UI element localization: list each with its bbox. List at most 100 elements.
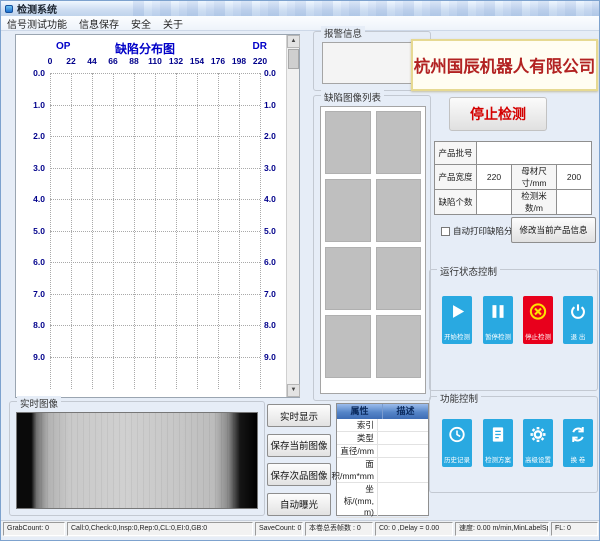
control-button-play[interactable]: 开始检测 [442,296,472,344]
defect-image-tile[interactable] [325,315,371,378]
defect-image-tile[interactable] [325,111,371,174]
property-column-header[interactable]: 属性 [337,404,383,419]
live-image-button-3[interactable]: 自动曝光 [267,493,331,516]
menu-item-1[interactable]: 信息保存 [79,16,119,31]
live-image-button-0[interactable]: 实时显示 [267,404,331,427]
property-value [378,419,428,431]
meters-detected-label: 检测米数/m [512,190,557,215]
chart-corner-op: OP [56,41,70,52]
y-tick-label: 7.0 [264,289,288,299]
property-row[interactable]: 类型 [337,432,428,445]
y-tick-label: 7.0 [21,289,45,299]
detection-status-label: 停止检测 [470,104,526,124]
y-tick-label: 4.0 [21,194,45,204]
grid-line-horizontal [50,73,260,74]
property-value [378,445,428,457]
x-tick-label: 220 [253,56,267,66]
menu-item-2[interactable]: 安全 [131,16,151,31]
menu-item-0[interactable]: 信号测试功能 [7,16,67,31]
auto-print-checkbox[interactable] [441,227,450,236]
y-tick-label: 1.0 [264,100,288,110]
titlebar[interactable]: 检测系统 [1,1,599,16]
y-tick-label: 6.0 [21,257,45,267]
menubar: 信号测试功能信息保存安全关于 [1,16,599,31]
control-button-label: 检测方案 [485,455,511,464]
y-tick-label: 4.0 [264,194,288,204]
chart-scrollbar[interactable]: ▲ ▼ [286,35,299,397]
live-image-label: 实时图像 [17,396,61,410]
modify-product-info-button[interactable]: 修改当前产品信息 [511,217,596,243]
grid-line-horizontal [50,136,260,137]
defect-distribution-chart: 缺陷分布图 OP DR 022446688110132154176198220 … [15,34,300,398]
x-tick-label: 88 [129,56,138,66]
property-value [378,483,428,517]
batch-number-label: 产品批号 [435,142,477,165]
control-button-label: 退 出 [571,332,586,341]
control-button-pause[interactable]: 暂停检测 [483,296,513,344]
y-tick-label: 0.0 [264,68,288,78]
control-button-exchange[interactable]: 换 卷 [563,419,593,467]
control-button-stop[interactable]: 停止检测 [523,296,553,344]
product-width-label: 产品宽度 [435,165,477,190]
defect-image-tile[interactable] [376,179,422,242]
control-button-power[interactable]: 退 出 [563,296,593,344]
product-width-value[interactable]: 220 [477,165,512,190]
defect-image-tile[interactable] [325,179,371,242]
batch-number-value[interactable] [477,142,592,165]
app-window: 检测系统 信号测试功能信息保存安全关于 缺陷分布图 OP DR 02244668… [0,0,600,541]
property-name: 面积/mm*mm [337,458,378,482]
statusbar-segment-0: GrabCount: 0 [3,522,65,536]
property-row[interactable]: 坐标/(mm, m) [337,483,428,518]
grid-line-horizontal [50,105,260,106]
control-button-history[interactable]: 历史记录 [442,419,472,467]
live-image-button-2[interactable]: 保存次品图像 [267,463,331,486]
window-title: 检测系统 [17,1,57,16]
defect-image-list-label: 缺陷图像列表 [321,90,384,104]
live-image-button-1[interactable]: 保存当前图像 [267,434,331,457]
defect-image-list-group: 缺陷图像列表 [313,95,431,401]
property-row[interactable]: 直径/mm [337,445,428,458]
property-row[interactable]: 索引 [337,419,428,432]
control-button-document[interactable]: 检测方案 [483,419,513,467]
defect-image-grid [320,106,426,394]
y-tick-label: 9.0 [21,352,45,362]
scrollbar-down-arrow-icon[interactable]: ▼ [287,384,300,397]
y-tick-label: 3.0 [264,163,288,173]
company-name: 杭州国辰机器人有限公司 [414,53,596,77]
function-control-group: 功能控制 历史记录检测方案高级设置换 卷 [429,396,598,493]
menu-item-3[interactable]: 关于 [163,16,183,31]
property-name: 索引 [337,419,378,431]
control-button-label: 换 卷 [571,455,586,464]
material-size-value[interactable]: 200 [557,165,592,190]
live-image-buttons: 实时显示保存当前图像保存次品图像自动曝光 [267,404,331,516]
description-column-header[interactable]: 描述 [383,404,428,419]
property-row[interactable]: 面积/mm*mm [337,458,428,483]
material-size-label: 母材尺寸/mm [512,165,557,190]
grid-line-horizontal [50,325,260,326]
run-control-buttons: 开始检测暂停检测停止检测 退 出 [430,270,597,390]
control-button-label: 高级设置 [525,455,551,464]
defect-count-value[interactable] [477,190,512,215]
property-name: 类型 [337,432,378,444]
y-tick-label: 8.0 [264,320,288,330]
y-tick-label: 0.0 [21,68,45,78]
app-icon [5,5,13,13]
x-tick-label: 176 [211,56,225,66]
meters-detected-value[interactable] [557,190,592,215]
live-camera-image [16,412,258,509]
plot-area [50,73,260,389]
y-tick-label: 8.0 [21,320,45,330]
defect-image-tile[interactable] [325,247,371,310]
control-button-label: 停止检测 [525,332,551,341]
scrollbar-up-arrow-icon[interactable]: ▲ [287,35,300,48]
defect-image-tile[interactable] [376,315,422,378]
property-table-header: 属性 描述 [337,404,428,419]
statusbar-segment-2: SaveCount: 0 [255,522,303,536]
defect-image-tile[interactable] [376,247,422,310]
y-tick-label: 2.0 [21,131,45,141]
defect-image-tile[interactable] [376,111,422,174]
scrollbar-thumb[interactable] [288,49,299,69]
function-control-buttons: 历史记录检测方案 高级设置 换 卷 [430,397,597,492]
run-control-group: 运行状态控制 开始检测暂停检测停止检测退 出 [429,269,598,391]
control-button-gear[interactable]: 高级设置 [523,419,553,467]
